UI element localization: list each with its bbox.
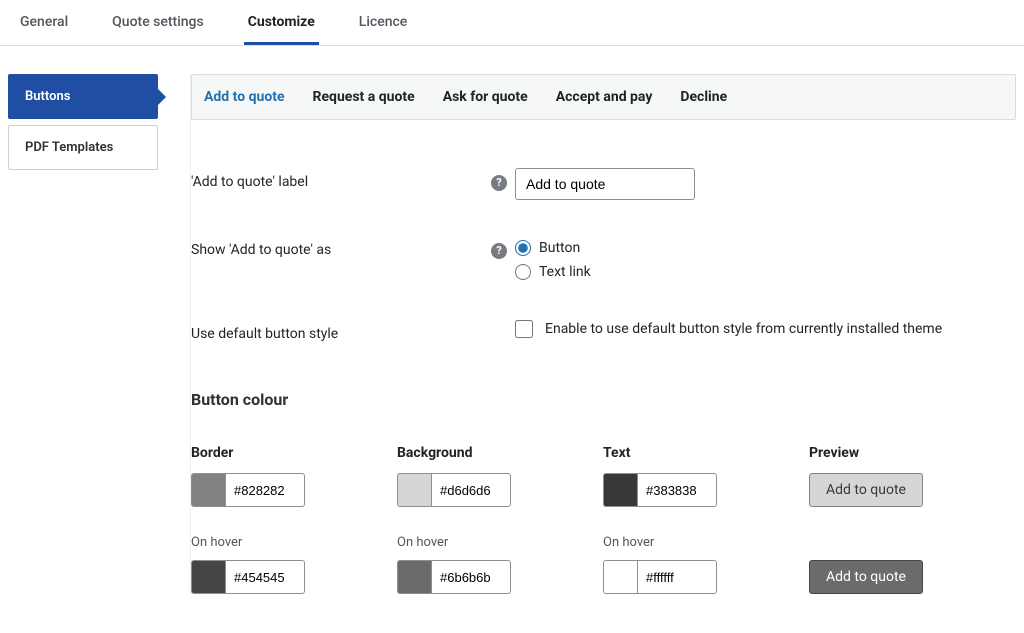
radio-text-link-label: Text link — [539, 264, 591, 280]
cell-text-hover: On hover — [603, 535, 785, 594]
content-panel: Add to quote Request a quote Ask for quo… — [190, 74, 1016, 594]
input-border[interactable] — [225, 473, 305, 507]
form-area: 'Add to quote' label ? Show 'Add to quot… — [191, 120, 1016, 594]
section-title-button-colour: Button colour — [191, 360, 1016, 417]
swatch-background[interactable] — [397, 473, 431, 507]
tab-customize[interactable]: Customize — [244, 0, 319, 45]
cell-text: Text — [603, 445, 785, 507]
input-text[interactable] — [637, 473, 717, 507]
label-on-hover-background: On hover — [397, 535, 579, 560]
radio-text-link[interactable] — [515, 264, 531, 280]
sidebar-item-buttons[interactable]: Buttons — [8, 74, 158, 119]
preview-button-hover: Add to quote — [809, 560, 923, 594]
inner-tab-accept-and-pay[interactable]: Accept and pay — [556, 89, 653, 105]
input-background[interactable] — [431, 473, 511, 507]
label-on-hover-text: On hover — [603, 535, 785, 560]
swatch-text[interactable] — [603, 473, 637, 507]
main-area: Buttons PDF Templates Add to quote Reque… — [0, 46, 1024, 594]
swatch-border[interactable] — [191, 473, 225, 507]
cell-preview-hover: Add to quote — [809, 535, 991, 594]
inner-tab-decline[interactable]: Decline — [680, 89, 727, 105]
swatch-border-hover[interactable] — [191, 560, 225, 594]
tab-licence[interactable]: Licence — [355, 0, 412, 45]
row-show-as: Show 'Add to quote' as ? Button Text lin… — [191, 218, 1016, 302]
radio-button[interactable] — [515, 240, 531, 256]
tab-quote-settings[interactable]: Quote settings — [108, 0, 208, 45]
sidebar-item-pdf-templates[interactable]: PDF Templates — [8, 125, 158, 170]
label-preview-hover-spacer — [809, 535, 991, 560]
side-nav: Buttons PDF Templates — [8, 74, 158, 594]
color-grid: Border Background Text — [191, 417, 991, 594]
input-text-hover[interactable] — [637, 560, 717, 594]
head-border: Border — [191, 445, 373, 473]
label-on-hover-border: On hover — [191, 535, 373, 560]
input-background-hover[interactable] — [431, 560, 511, 594]
label-show-as: Show 'Add to quote' as — [191, 236, 491, 258]
help-icon[interactable]: ? — [491, 243, 507, 259]
inner-tab-ask-for-quote[interactable]: Ask for quote — [443, 89, 528, 105]
head-text: Text — [603, 445, 785, 473]
add-to-quote-label-input[interactable] — [515, 168, 695, 200]
cell-border: Border — [191, 445, 373, 507]
row-label: 'Add to quote' label ? — [191, 150, 1016, 218]
help-icon[interactable]: ? — [491, 175, 507, 191]
inner-tabs: Add to quote Request a quote Ask for quo… — [191, 74, 1016, 120]
head-background: Background — [397, 445, 579, 473]
swatch-text-hover[interactable] — [603, 560, 637, 594]
radio-button-option[interactable]: Button — [515, 236, 1016, 260]
inner-tab-request-a-quote[interactable]: Request a quote — [313, 89, 415, 105]
cell-background-hover: On hover — [397, 535, 579, 594]
row-default-style: Use default button style Enable to use d… — [191, 302, 1016, 360]
cell-border-hover: On hover — [191, 535, 373, 594]
tab-general[interactable]: General — [16, 0, 72, 45]
swatch-background-hover[interactable] — [397, 560, 431, 594]
radio-button-label: Button — [539, 240, 580, 256]
default-style-checkbox[interactable] — [515, 320, 533, 338]
default-style-description: Enable to use default button style from … — [545, 321, 942, 337]
label-default-style: Use default button style — [191, 320, 491, 342]
head-preview: Preview — [809, 445, 991, 473]
cell-preview: Preview Add to quote — [809, 445, 991, 507]
preview-button: Add to quote — [809, 473, 923, 507]
input-border-hover[interactable] — [225, 560, 305, 594]
label-add-to-quote-label: 'Add to quote' label — [191, 168, 491, 190]
top-tabs: General Quote settings Customize Licence — [0, 0, 1024, 46]
cell-background: Background — [397, 445, 579, 507]
inner-tab-add-to-quote[interactable]: Add to quote — [204, 89, 285, 105]
radio-text-link-option[interactable]: Text link — [515, 260, 1016, 284]
